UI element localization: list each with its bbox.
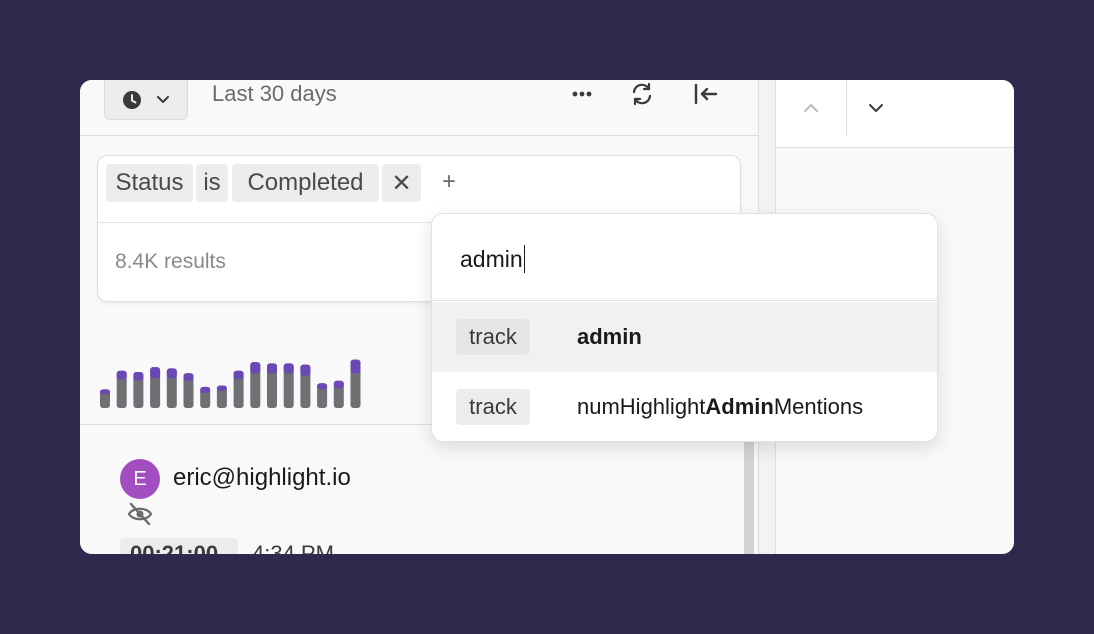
session-histogram — [100, 359, 361, 408]
histogram-bar-highlight — [200, 386, 211, 394]
search-query: admin — [460, 246, 523, 272]
option-type-tag: track — [456, 319, 530, 355]
collapse-panel-icon[interactable] — [692, 82, 720, 106]
option-type-tag: track — [456, 389, 530, 425]
session-time: 4:34 PM — [252, 541, 334, 554]
histogram-bar-highlight — [150, 367, 161, 379]
histogram-bar-highlight — [166, 368, 177, 379]
option-label-match: Admin — [705, 394, 774, 419]
remove-filter-button[interactable]: ✕ — [382, 164, 421, 202]
session-email[interactable]: eric@highlight.io — [173, 464, 351, 492]
option-label: numHighlightAdminMentions — [577, 394, 863, 420]
histogram-bar-highlight — [250, 362, 261, 374]
option-label-prefix: numHighlight — [577, 394, 706, 419]
add-filter-button[interactable]: + — [442, 168, 456, 196]
histogram-bar-highlight — [233, 370, 244, 380]
text-caret — [523, 245, 525, 273]
option-label: admin — [577, 324, 642, 350]
close-icon: ✕ — [391, 169, 412, 197]
eye-off-icon — [127, 502, 153, 526]
option-label-suffix: Mentions — [773, 394, 864, 419]
filter-key-chip[interactable]: Status — [106, 164, 193, 202]
histogram-bar-highlight — [100, 389, 110, 395]
results-count: 8.4K results — [115, 250, 226, 273]
histogram-bar-highlight — [300, 364, 311, 376]
chevron-up-icon — [804, 104, 818, 112]
app-window: Last 30 days Status is Completed ✕ + 8.4… — [80, 80, 1014, 554]
histogram-bar-highlight — [333, 380, 344, 389]
histogram-bar-highlight — [267, 363, 277, 374]
time-range-button[interactable] — [104, 80, 188, 120]
chevron-down-icon — [869, 104, 883, 112]
time-range-label[interactable]: Last 30 days — [212, 81, 337, 107]
clock-icon — [123, 91, 141, 109]
autocomplete-search[interactable]: admin — [432, 214, 937, 301]
filter-value-chip[interactable]: Completed — [232, 164, 379, 202]
histogram-bar-highlight — [350, 359, 361, 374]
histogram-bar-highlight — [216, 385, 227, 391]
scrollbar[interactable] — [744, 426, 754, 554]
histogram-bar-highlight — [183, 373, 194, 381]
toolbar: Last 30 days — [80, 80, 758, 136]
histogram-bar-highlight — [133, 372, 144, 381]
previous-session-button[interactable] — [776, 80, 846, 136]
option-label-match: admin — [577, 324, 642, 349]
autocomplete-option[interactable]: track admin — [432, 302, 937, 372]
histogram-bar-highlight — [116, 370, 127, 380]
histogram-bar-highlight — [283, 363, 294, 374]
autocomplete-dropdown: admin track admin track numHighlightAdmi… — [431, 213, 938, 442]
more-icon[interactable] — [568, 82, 596, 106]
search-input[interactable]: admin — [460, 245, 525, 273]
avatar: E — [120, 459, 160, 499]
session-length: 00:21:00 — [130, 541, 219, 554]
histogram-bar-highlight — [317, 383, 328, 390]
autocomplete-option[interactable]: track numHighlightAdminMentions — [432, 372, 937, 441]
filter-operator-chip[interactable]: is — [196, 164, 228, 202]
next-session-button[interactable] — [847, 80, 905, 136]
details-header — [776, 80, 1014, 148]
chevron-down-icon — [157, 96, 169, 103]
refresh-icon[interactable] — [628, 82, 656, 106]
